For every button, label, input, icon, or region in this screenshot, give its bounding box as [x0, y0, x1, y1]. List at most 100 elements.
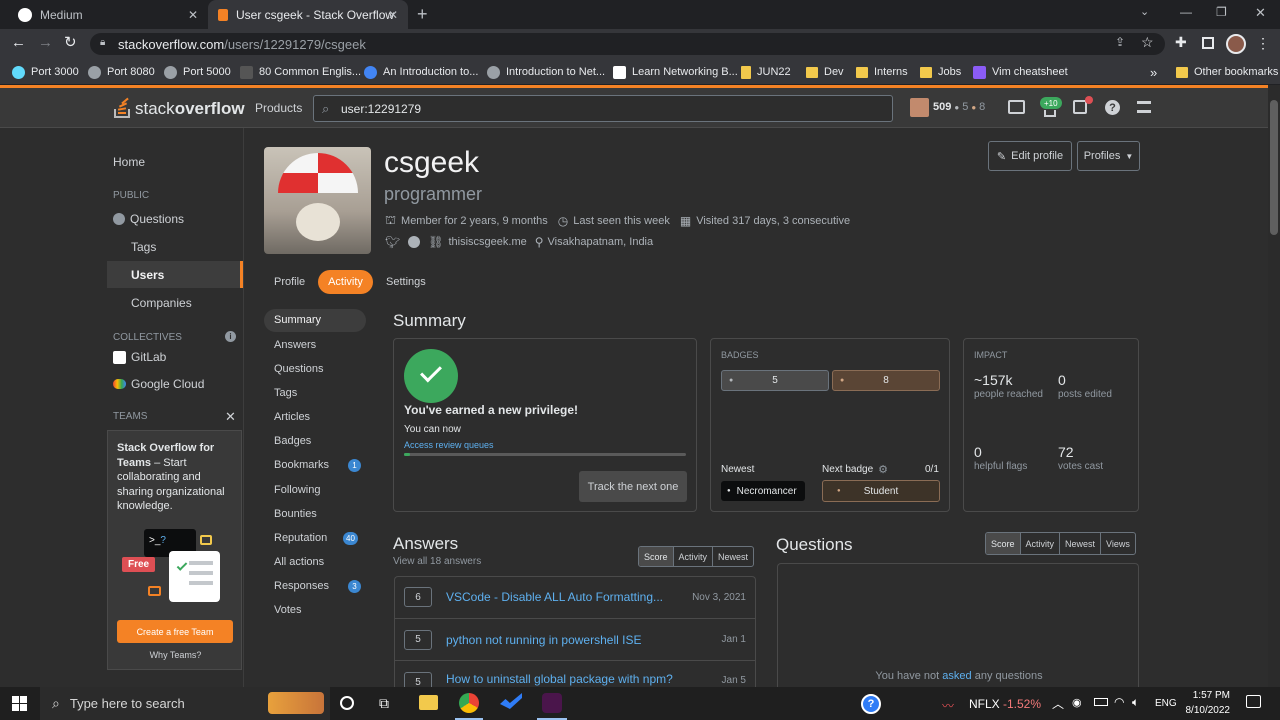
answer-title-link[interactable]: How to uninstall global package with npm… — [446, 672, 673, 686]
close-icon[interactable]: ✕ — [388, 8, 398, 22]
sort-newest[interactable]: Newest — [1060, 533, 1102, 554]
next-badge[interactable]: ● Student — [822, 480, 940, 502]
bronze-badges-pill[interactable]: ● 8 — [832, 370, 940, 391]
answer-title-link[interactable]: python not running in powershell ISE — [446, 633, 641, 647]
so-logo[interactable]: stack overflow — [113, 95, 245, 119]
subnav-questions[interactable]: Questions — [274, 363, 324, 375]
answer-row[interactable]: 5 python not running in powershell ISE J… — [394, 618, 756, 660]
sort-score[interactable]: Score — [639, 547, 674, 566]
gear-icon[interactable]: ⚙ — [878, 463, 888, 476]
profiles-dropdown[interactable]: Profiles ▼ — [1077, 141, 1140, 171]
achievements-badge[interactable]: +10 — [1040, 97, 1062, 109]
website-link[interactable]: thisiscsgeek.me — [448, 236, 526, 248]
sort-newest[interactable]: Newest — [713, 547, 753, 566]
forward-icon[interactable]: → — [38, 34, 53, 51]
nav-gitlab[interactable]: GitLab — [113, 350, 166, 364]
subnav-responses[interactable]: Responses — [274, 580, 329, 592]
site-switcher-icon[interactable] — [1137, 101, 1151, 113]
new-tab-icon[interactable]: + — [417, 4, 428, 25]
tab-stackoverflow[interactable]: User csgeek - Stack Overflow ✕ — [208, 0, 408, 29]
window-close-icon[interactable]: ✕ — [1255, 5, 1266, 21]
bookmark-star-icon[interactable]: ☆ — [1141, 34, 1154, 51]
nav-questions[interactable]: Questions — [113, 212, 184, 226]
other-bookmarks[interactable]: Other bookmarks — [1176, 59, 1278, 85]
sidepanel-icon[interactable] — [1202, 37, 1214, 49]
tray-icon[interactable]: ◉ — [1072, 696, 1082, 709]
task-view-icon[interactable]: ⧉ — [379, 695, 389, 712]
create-team-button[interactable]: Create a free Team — [117, 620, 233, 643]
products-link[interactable]: Products — [255, 101, 302, 115]
track-next-button[interactable]: Track the next one — [579, 471, 687, 502]
language-indicator[interactable]: ENG — [1155, 698, 1177, 709]
address-bar[interactable]: 🔒︎ stackoverflow.com/users/12291279/csge… — [90, 33, 1165, 55]
why-teams-link[interactable]: Why Teams? — [108, 650, 243, 660]
achievements-icon[interactable] — [1044, 110, 1056, 117]
windows-start-icon[interactable] — [12, 696, 27, 711]
subnav-reputation[interactable]: Reputation — [274, 532, 327, 544]
subnav-articles[interactable]: Articles — [274, 411, 310, 423]
bookmark-folder[interactable]: Dev — [806, 59, 844, 85]
tab-settings[interactable]: Settings — [386, 271, 426, 292]
close-icon[interactable]: ✕ — [188, 8, 198, 22]
twitter-icon[interactable]: 🐦︎ — [385, 235, 400, 249]
view-all-answers-link[interactable]: View all 18 answers — [393, 556, 481, 567]
answer-row[interactable]: 5 How to uninstall global package with n… — [394, 660, 756, 687]
ask-question-link[interactable]: asked — [942, 670, 971, 682]
slack-icon[interactable] — [542, 693, 562, 713]
bookmark-item[interactable]: Introduction to Net... — [487, 59, 605, 85]
subnav-bounties[interactable]: Bounties — [274, 508, 317, 520]
answer-title-link[interactable]: VSCode - Disable ALL Auto Formatting... — [446, 590, 676, 604]
edit-profile-button[interactable]: ✎ Edit profile — [988, 141, 1072, 171]
nav-google-cloud[interactable]: Google Cloud — [113, 377, 204, 391]
taskbar-search[interactable]: ⌕ Type here to search — [40, 687, 330, 720]
bookmark-item[interactable]: Learn Networking B... — [613, 59, 738, 85]
tab-activity[interactable]: Activity — [318, 270, 373, 294]
subnav-answers[interactable]: Answers — [274, 339, 316, 351]
sort-activity[interactable]: Activity — [1021, 533, 1061, 554]
menu-icon[interactable]: ⋮ — [1256, 35, 1270, 52]
chrome-icon[interactable] — [459, 693, 479, 713]
more-bookmarks-icon[interactable]: » — [1150, 59, 1157, 85]
subnav-all-actions[interactable]: All actions — [274, 556, 324, 568]
subnav-bookmarks[interactable]: Bookmarks — [274, 459, 329, 471]
subnav-summary[interactable]: Summary — [274, 314, 321, 326]
subnav-tags[interactable]: Tags — [274, 387, 297, 399]
stock-ticker[interactable]: NFLX — [969, 697, 1000, 711]
maximize-icon[interactable]: ❐ — [1216, 5, 1227, 19]
nav-tags[interactable]: Tags — [131, 240, 156, 254]
back-icon[interactable]: ← — [11, 34, 26, 51]
close-icon[interactable]: ✕ — [225, 409, 236, 425]
subnav-following[interactable]: Following — [274, 484, 320, 496]
tab-profile[interactable]: Profile — [274, 271, 305, 292]
subnav-badges[interactable]: Badges — [274, 435, 311, 447]
bookmark-item[interactable]: An Introduction to... — [364, 59, 478, 85]
subnav-votes[interactable]: Votes — [274, 604, 302, 616]
nav-home[interactable]: Home — [113, 155, 145, 169]
profile-avatar[interactable] — [1226, 34, 1246, 54]
avatar-small[interactable] — [910, 98, 929, 117]
bookmark-item[interactable]: Port 5000 — [164, 59, 231, 85]
tab-medium[interactable]: Medium ✕ — [8, 0, 208, 29]
github-icon[interactable] — [408, 236, 421, 248]
search-input[interactable]: ⌕ user:12291279 — [313, 95, 893, 122]
reputation-summary[interactable]: 509 ● 5 ● 8 — [933, 101, 985, 113]
bookmark-item[interactable]: JUN22 — [741, 59, 791, 85]
newest-badge[interactable]: ● Necromancer — [721, 481, 805, 501]
help-app-icon[interactable]: ? — [861, 694, 881, 714]
nav-companies[interactable]: Companies — [131, 296, 192, 310]
bookmark-item[interactable]: Vim cheatsheet — [973, 59, 1068, 85]
wifi-icon[interactable]: ◠ — [1114, 695, 1124, 709]
file-explorer-icon[interactable] — [419, 695, 438, 710]
sort-score[interactable]: Score — [986, 533, 1021, 554]
minimize-icon[interactable]: — — [1180, 5, 1192, 19]
chevron-up-icon[interactable]: ︿ — [1052, 695, 1064, 712]
reload-icon[interactable]: ↻ — [64, 33, 77, 51]
sort-activity[interactable]: Activity — [674, 547, 714, 566]
volume-icon[interactable]: 🔈︎ — [1132, 695, 1139, 710]
tab-search-icon[interactable]: ⌄ — [1140, 5, 1149, 18]
extensions-icon[interactable]: ✚ — [1175, 34, 1187, 51]
answer-row[interactable]: 6 VSCode - Disable ALL Auto Formatting..… — [394, 576, 756, 618]
bookmark-item[interactable]: Port 3000 — [12, 59, 79, 85]
inbox-icon[interactable] — [1008, 100, 1025, 114]
cortana-icon[interactable] — [340, 696, 354, 710]
